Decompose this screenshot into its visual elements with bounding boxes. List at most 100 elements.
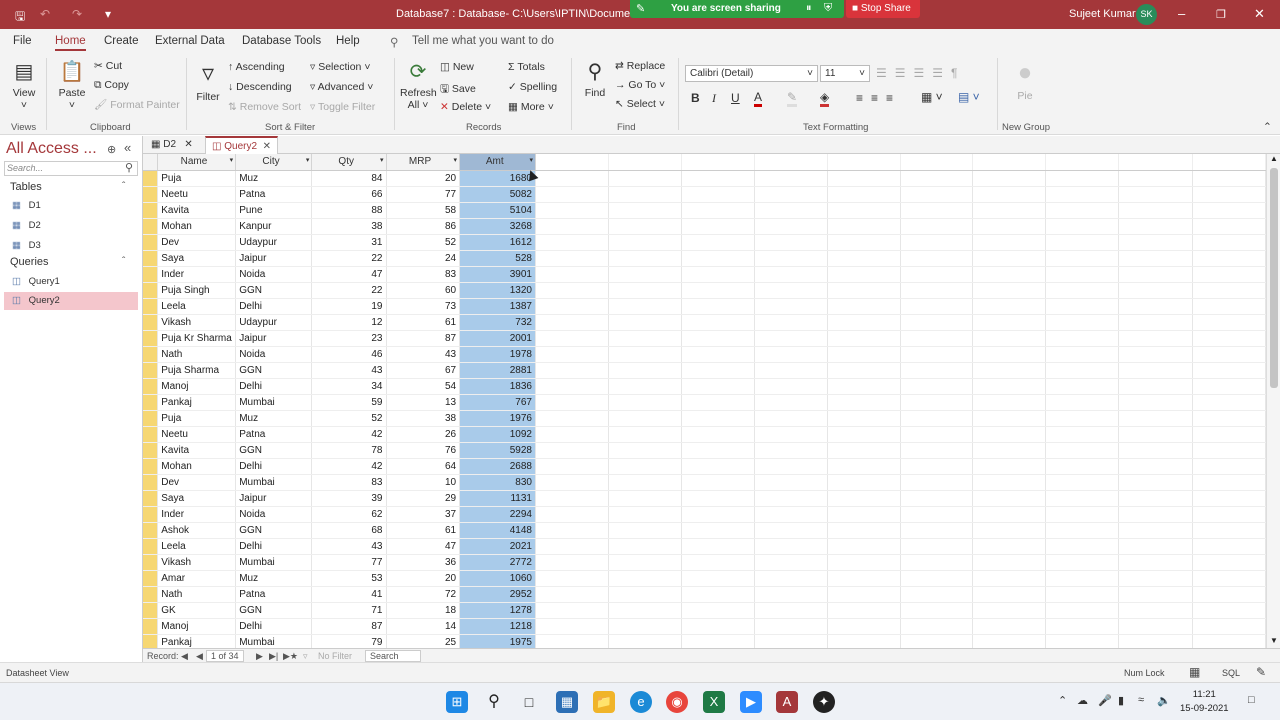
font-size-select[interactable]: 11 ˅ — [820, 65, 870, 82]
cell-amt[interactable]: 5104 — [459, 202, 536, 219]
cell-name[interactable]: Puja Singh — [157, 282, 237, 299]
cell-mrp[interactable]: 25 — [386, 634, 461, 648]
minimize-icon[interactable]: – — [1178, 6, 1185, 21]
cell-mrp[interactable]: 24 — [386, 250, 461, 267]
cell-amt[interactable]: 1612 — [459, 234, 536, 251]
fill-color-icon[interactable]: ◈ — [820, 90, 830, 107]
cell-amt[interactable]: 1975 — [459, 634, 536, 648]
cell-amt[interactable]: 1092 — [459, 426, 536, 443]
replace-button[interactable]: ⇄ Replace — [615, 60, 665, 72]
row-selector[interactable] — [143, 410, 159, 427]
sort-dropdown-icon[interactable]: ▾ — [380, 156, 384, 164]
row-selector[interactable] — [143, 426, 159, 443]
close-tab-icon[interactable]: ✕ — [263, 141, 271, 152]
cell-qty[interactable]: 62 — [311, 506, 387, 523]
toggle-filter-button[interactable]: ▿ Toggle Filter — [310, 101, 375, 113]
menu-help[interactable]: Help — [336, 35, 360, 47]
cell-qty[interactable]: 68 — [311, 522, 387, 539]
totals-button[interactable]: Σ Totals — [508, 61, 545, 73]
table-row[interactable]: Nath Noida 46 43 1978 — [143, 346, 1266, 363]
search-icon[interactable]: ⚲ — [125, 161, 133, 174]
descending-button[interactable]: ↓ Descending — [228, 81, 292, 93]
cell-qty[interactable]: 38 — [311, 218, 387, 235]
cell-mrp[interactable]: 86 — [386, 218, 461, 235]
tell-me-search[interactable]: Tell me what you want to do — [412, 35, 554, 47]
cell-mrp[interactable]: 52 — [386, 234, 461, 251]
cell-mrp[interactable]: 18 — [386, 602, 461, 619]
find-button[interactable]: ⚲ Find — [580, 59, 610, 99]
last-record-icon[interactable]: ▶| — [269, 651, 278, 662]
cell-name[interactable]: Kavita — [157, 202, 237, 219]
cell-amt[interactable]: 1976 — [459, 410, 536, 427]
cell-qty[interactable]: 59 — [311, 394, 387, 411]
cell-amt[interactable]: 767 — [459, 394, 536, 411]
table-row[interactable]: Kavita Pune 88 58 5104 — [143, 202, 1266, 219]
cell-amt[interactable]: 2688 — [459, 458, 536, 475]
menu-create[interactable]: Create — [104, 35, 139, 47]
cell-amt[interactable]: 1131 — [459, 490, 536, 507]
cell-name[interactable]: Amar — [157, 570, 237, 587]
cell-city[interactable]: Patna — [235, 426, 313, 443]
cell-mrp[interactable]: 87 — [386, 330, 461, 347]
nav-search-input[interactable]: Search... — [4, 161, 138, 176]
cell-qty[interactable]: 22 — [311, 282, 387, 299]
table-row[interactable]: Puja Sharma GGN 43 67 2881 — [143, 362, 1266, 379]
row-selector[interactable] — [143, 250, 159, 267]
ascending-button[interactable]: ↑ Ascending — [228, 61, 285, 73]
cell-qty[interactable]: 87 — [311, 618, 387, 635]
row-selector[interactable] — [143, 602, 159, 619]
close-tab-icon[interactable]: ✕ — [184, 139, 192, 150]
cell-amt[interactable]: 732 — [459, 314, 536, 331]
cell-city[interactable]: Mumbai — [235, 394, 313, 411]
row-selector[interactable] — [143, 474, 159, 491]
table-row[interactable]: Vikash Udaypur 12 61 732 — [143, 314, 1266, 331]
redo-icon[interactable]: ↷ — [72, 7, 82, 21]
table-row[interactable]: Amar Muz 53 20 1060 — [143, 570, 1266, 587]
table-row[interactable]: Pankaj Mumbai 59 13 767 — [143, 394, 1266, 411]
nav-menu-icon[interactable]: ⊕ — [107, 143, 116, 156]
sort-dropdown-icon[interactable]: ▾ — [529, 156, 533, 164]
cell-name[interactable]: Inder — [157, 506, 237, 523]
cell-city[interactable]: Pune — [235, 202, 313, 219]
cell-city[interactable]: Udaypur — [235, 234, 313, 251]
cell-name[interactable]: Pankaj — [157, 634, 237, 648]
table-row[interactable]: Saya Jaipur 22 24 528 — [143, 250, 1266, 267]
speaker-icon[interactable]: 🔈 — [1157, 694, 1171, 707]
record-search-input[interactable]: Search — [365, 650, 421, 662]
cell-name[interactable]: Puja — [157, 410, 237, 427]
cell-city[interactable]: Mumbai — [235, 474, 313, 491]
row-selector[interactable] — [143, 282, 159, 299]
cell-qty[interactable]: 47 — [311, 266, 387, 283]
cell-name[interactable]: Manoj — [157, 618, 237, 635]
zoom-icon[interactable]: ▶ — [740, 691, 762, 713]
save-record-button[interactable]: 🖫 Save — [440, 81, 476, 99]
bold-button[interactable]: B — [691, 91, 700, 105]
pen-icon[interactable]: ✎ — [636, 2, 645, 15]
chevron-up-icon[interactable]: ˆ — [122, 256, 125, 267]
battery-icon[interactable]: ▮ — [1118, 694, 1124, 707]
cell-qty[interactable]: 77 — [311, 554, 387, 571]
cell-amt[interactable]: 1836 — [459, 378, 536, 395]
delete-button[interactable]: ✕ Delete ˅ — [440, 101, 491, 113]
user-name[interactable]: Sujeet Kumar — [1069, 8, 1136, 20]
cell-city[interactable]: Muz — [235, 570, 313, 587]
format-painter-button[interactable]: 🖌 Format Painter — [94, 98, 180, 111]
cell-qty[interactable]: 84 — [311, 170, 387, 187]
menu-external-data[interactable]: External Data — [155, 35, 225, 47]
refresh-all-button[interactable]: ⟳ Refresh All ˅ — [400, 59, 437, 111]
first-record-icon[interactable]: ◀ — [181, 651, 188, 662]
cell-city[interactable]: Muz — [235, 410, 313, 427]
italic-button[interactable]: I — [712, 91, 716, 106]
menu-database-tools[interactable]: Database Tools — [242, 35, 321, 47]
cell-qty[interactable]: 79 — [311, 634, 387, 648]
save-icon[interactable]: 🖫 — [15, 7, 25, 28]
cell-city[interactable]: Jaipur — [235, 490, 313, 507]
cell-amt[interactable]: 2881 — [459, 362, 536, 379]
cell-city[interactable]: Delhi — [235, 378, 313, 395]
cell-mrp[interactable]: 38 — [386, 410, 461, 427]
cell-amt[interactable]: 2021 — [459, 538, 536, 555]
cell-mrp[interactable]: 72 — [386, 586, 461, 603]
prev-record-icon[interactable]: ◀ — [196, 651, 203, 662]
notification-icon[interactable]: □ — [1248, 694, 1255, 706]
nav-query-2[interactable]: ◫ Query2 — [4, 292, 138, 310]
